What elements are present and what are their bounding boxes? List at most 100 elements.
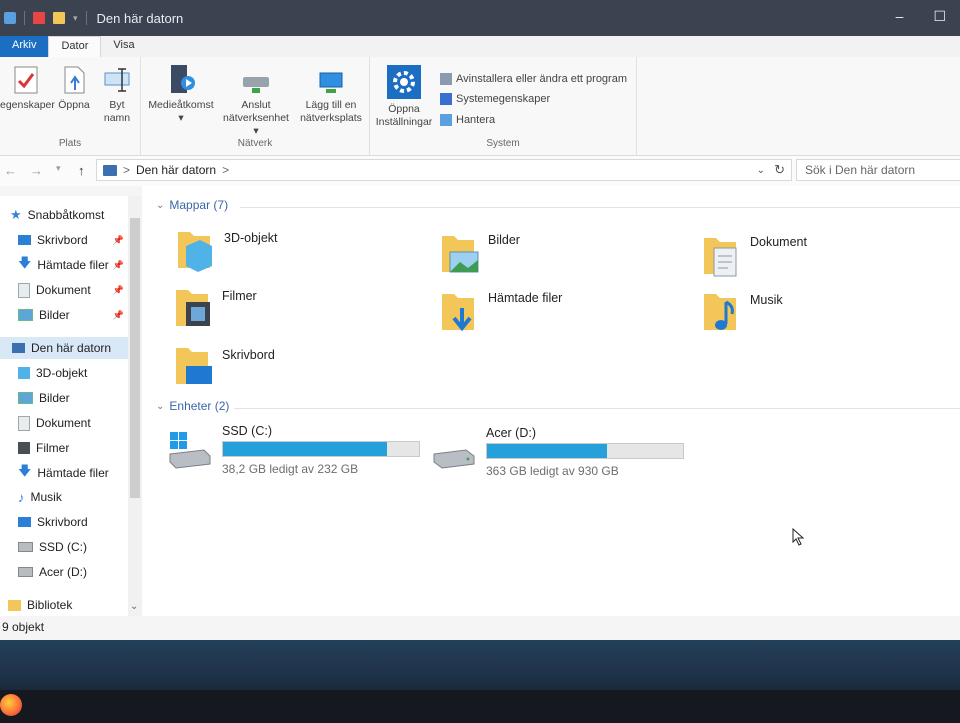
- document-icon: [18, 282, 30, 298]
- cube-icon: [18, 367, 30, 379]
- desktop-icon: [18, 517, 31, 527]
- section-divider: [240, 207, 960, 208]
- sidebar-item-pictures[interactable]: Bilder: [18, 387, 146, 409]
- ribbon: egenskaper Öppna Byt namn Plats Medieåtk…: [0, 57, 960, 156]
- drive-d-free-space: 363 GB ledigt av 930 GB: [486, 464, 619, 478]
- folder-music-icon: [704, 294, 736, 330]
- computer-icon[interactable]: [4, 12, 16, 24]
- sidebar-item-videos[interactable]: Filmer: [18, 437, 146, 459]
- manage-link[interactable]: Hantera: [440, 114, 495, 126]
- scrollbar-thumb[interactable]: [130, 218, 140, 498]
- drive-icon: [18, 542, 33, 552]
- uninstall-icon: [440, 73, 452, 85]
- recent-locations-icon[interactable]: ▾: [56, 163, 61, 174]
- rename-button[interactable]: Byt namn: [96, 65, 138, 125]
- pin-icon[interactable]: 📌: [113, 310, 124, 321]
- sidebar-item-desktop[interactable]: Skrivbord: [18, 511, 146, 533]
- drive-d-name: Acer (D:): [486, 426, 536, 440]
- sidebar-item-this-pc[interactable]: Den här datorn: [0, 337, 128, 359]
- address-row: ← → ▾ ↑ > Den här datorn > ⌄ ↻ Sök i Den…: [0, 156, 960, 186]
- pin-icon[interactable]: 📌: [113, 285, 124, 296]
- sidebar-item-documents-pinned[interactable]: Dokument 📌: [18, 279, 128, 301]
- sidebar-item-music[interactable]: ♪ Musik: [18, 486, 146, 508]
- properties-button[interactable]: egenskaper: [0, 65, 55, 112]
- content-pane: ⌄ Mappar (7) 3D-objekt Bilder Dokument F…: [142, 186, 960, 618]
- drive-d[interactable]: Acer (D:) 363 GB ledigt av 930 GB: [432, 426, 684, 478]
- title-bar: ▾ Den här datorn – ☐: [0, 0, 960, 36]
- uninstall-program-link[interactable]: Avinstallera eller ändra ett program: [440, 73, 627, 85]
- sidebar-item-3d-objects[interactable]: 3D-objekt: [18, 362, 146, 384]
- search-input[interactable]: Sök i Den här datorn: [796, 159, 960, 181]
- drive-d-usage-bar: [486, 443, 684, 459]
- folder-videos-icon: [176, 290, 210, 326]
- add-network-location-button[interactable]: Lägg till en nätverksplats: [293, 71, 369, 125]
- sidebar-scrollbar[interactable]: ⌄: [128, 196, 142, 616]
- sidebar-item-quick-access[interactable]: ★ Snabbåtkomst: [10, 204, 138, 226]
- music-note-icon: ♪: [18, 489, 25, 505]
- system-properties-icon: [440, 93, 452, 105]
- folder-pictures[interactable]: Bilder: [440, 230, 520, 276]
- back-button[interactable]: ←: [4, 163, 17, 178]
- tab-view[interactable]: Visa: [101, 36, 146, 57]
- map-network-drive-button[interactable]: Anslut nätverksenhet ▾: [219, 73, 293, 138]
- folder-music[interactable]: Musik: [702, 288, 783, 334]
- sidebar-item-drive-c[interactable]: SSD (C:): [18, 536, 146, 558]
- breadcrumb-separator[interactable]: >: [222, 163, 229, 177]
- customize-toolbar-icon[interactable]: ▾: [73, 13, 78, 24]
- media-access-button[interactable]: Medieåtkomst ▾: [143, 63, 219, 125]
- system-properties-link[interactable]: Systemegenskaper: [440, 93, 550, 105]
- star-icon: ★: [10, 207, 22, 222]
- tab-computer[interactable]: Dator: [48, 36, 102, 57]
- properties-check-icon[interactable]: [33, 12, 45, 24]
- sidebar-item-pictures-pinned[interactable]: Bilder 📌: [18, 304, 128, 326]
- maximize-button[interactable]: ☐: [933, 8, 946, 25]
- drive-c-free-space: 38,2 GB ledigt av 232 GB: [222, 462, 359, 476]
- open-button[interactable]: Öppna: [52, 65, 96, 112]
- document-icon: [18, 415, 30, 431]
- drive-c-usage-bar: [222, 441, 420, 457]
- network-location-icon: [319, 72, 343, 93]
- forward-button[interactable]: →: [30, 163, 43, 178]
- firefox-icon[interactable]: [0, 694, 22, 716]
- drives-section-header[interactable]: ⌄ Enheter (2): [156, 399, 229, 413]
- sidebar-item-drive-d[interactable]: Acer (D:): [18, 561, 146, 583]
- windows-drive-icon: [169, 432, 211, 469]
- minimize-button[interactable]: –: [896, 8, 904, 25]
- new-folder-icon[interactable]: [53, 12, 65, 24]
- folder-3d-objects[interactable]: 3D-objekt: [176, 226, 278, 272]
- scroll-down-icon[interactable]: ⌄: [130, 601, 138, 612]
- taskbar: [0, 690, 960, 723]
- computer-icon: [12, 343, 25, 353]
- drive-c[interactable]: SSD (C:) 38,2 GB ledigt av 232 GB: [168, 424, 420, 476]
- sidebar-item-downloads-pinned[interactable]: 🡇 Hämtade filer 📌: [18, 254, 128, 276]
- sidebar-item-downloads[interactable]: 🡇 Hämtade filer: [18, 462, 146, 484]
- download-arrow-icon: 🡇: [18, 463, 32, 478]
- window-title: Den här datorn: [96, 10, 184, 26]
- address-dropdown-icon[interactable]: ⌄: [757, 165, 765, 176]
- explorer-window: ▾ Den här datorn – ☐ Arkiv Dator Visa eg…: [0, 0, 960, 640]
- folder-desktop[interactable]: Skrivbord: [174, 342, 275, 388]
- folder-documents[interactable]: Dokument: [702, 232, 807, 278]
- folder-3d-objects-icon: [178, 232, 212, 272]
- address-bar[interactable]: > Den här datorn > ⌄ ↻: [96, 159, 792, 181]
- refresh-icon[interactable]: ↻: [774, 162, 785, 178]
- sidebar-item-libraries[interactable]: Bibliotek: [8, 594, 136, 616]
- open-file-icon: [64, 66, 85, 94]
- sidebar-item-documents[interactable]: Dokument: [18, 412, 146, 434]
- folder-videos[interactable]: Filmer: [174, 284, 257, 330]
- open-settings-button[interactable]: Öppna Inställningar: [372, 65, 436, 129]
- up-button[interactable]: ↑: [78, 163, 85, 178]
- folders-section-header[interactable]: ⌄ Mappar (7): [156, 198, 228, 212]
- hard-drive-icon: [433, 449, 475, 469]
- chevron-down-icon: ⌄: [156, 199, 165, 211]
- folder-pictures-icon: [442, 236, 479, 273]
- pin-icon[interactable]: 📌: [113, 235, 124, 246]
- folder-downloads[interactable]: Hämtade filer: [440, 288, 562, 334]
- breadcrumb-this-pc[interactable]: Den här datorn: [136, 163, 216, 177]
- properties-icon: [14, 66, 38, 94]
- tab-file[interactable]: Arkiv: [0, 36, 49, 57]
- sidebar-item-desktop-pinned[interactable]: Skrivbord 📌: [18, 229, 128, 251]
- media-server-icon: [171, 65, 195, 93]
- pin-icon[interactable]: 📌: [113, 260, 124, 271]
- breadcrumb-separator: >: [123, 163, 131, 177]
